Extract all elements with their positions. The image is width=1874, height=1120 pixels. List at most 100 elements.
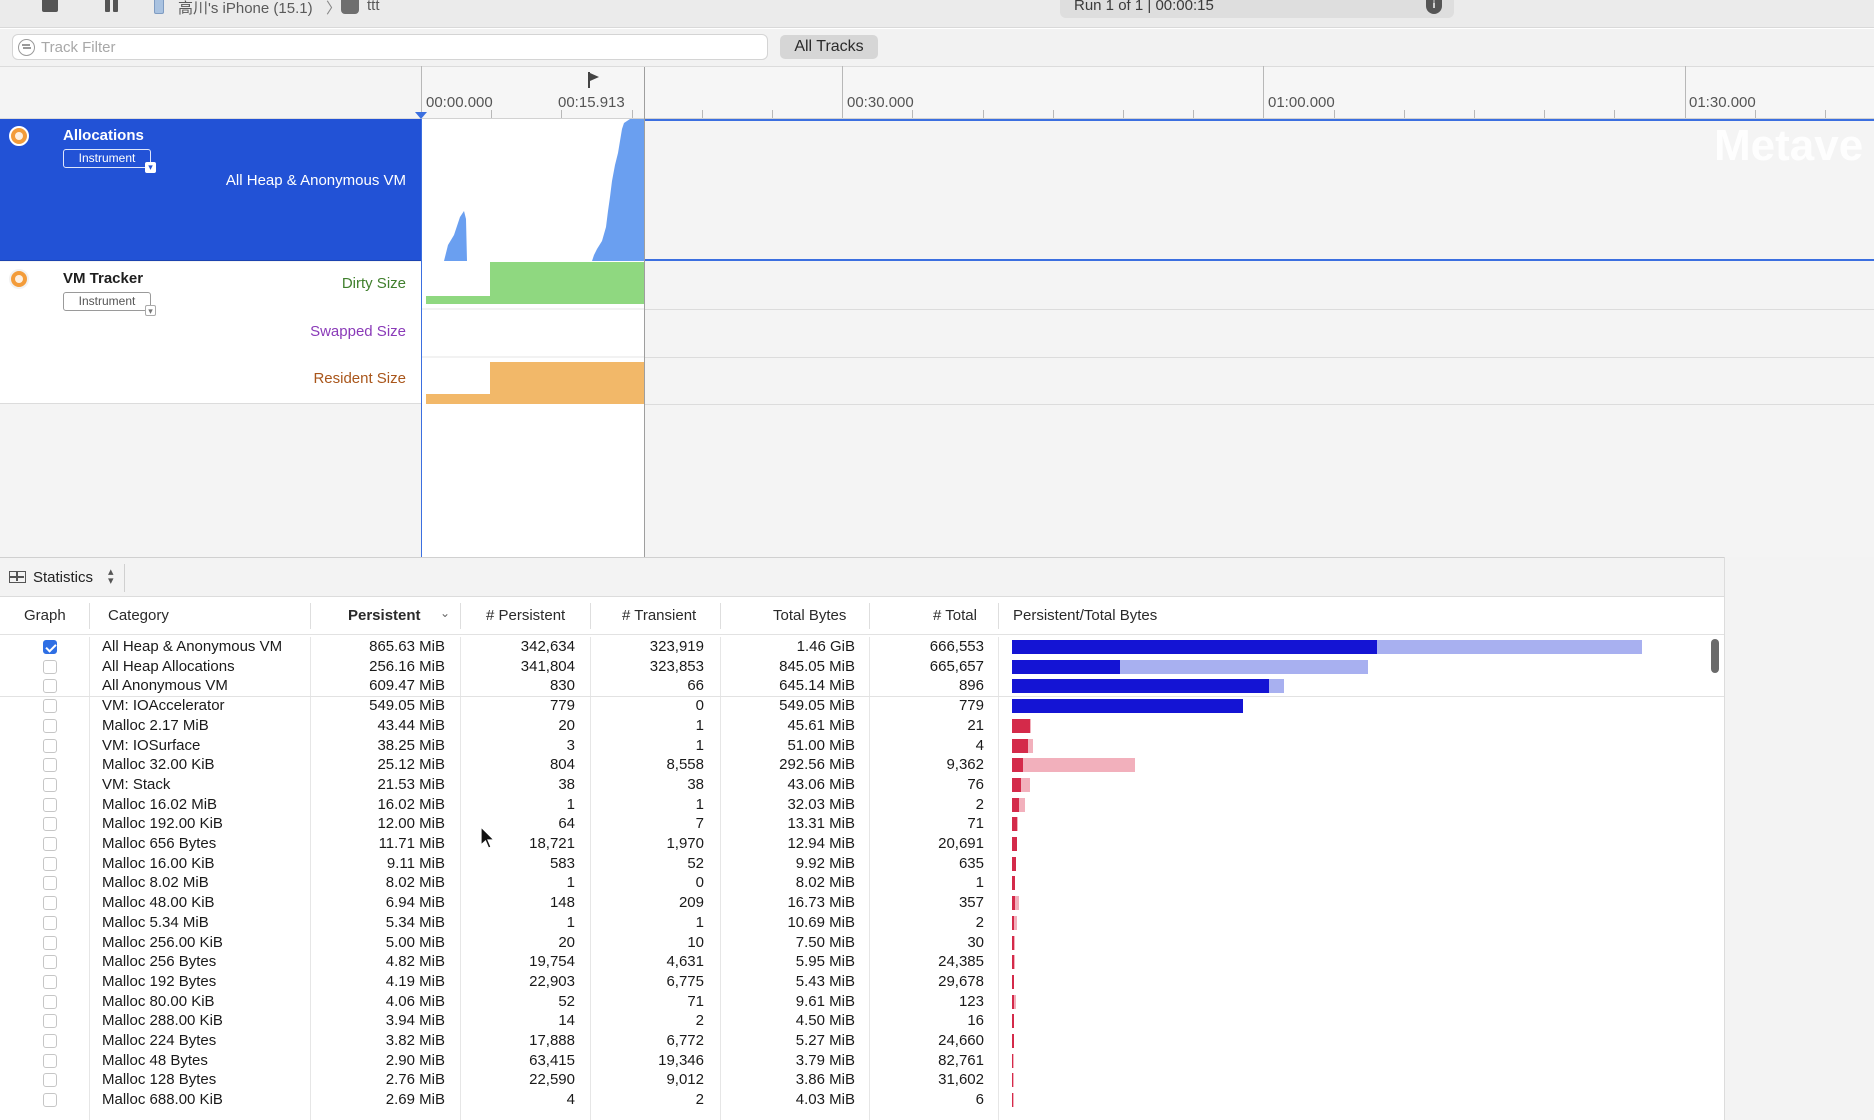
column-header-total-bytes[interactable]: Total Bytes bbox=[773, 607, 846, 624]
track-filter-placeholder: Track Filter bbox=[41, 39, 116, 56]
table-row[interactable]: Malloc 192.00 KiB 12.00 MiB 64 7 13.31 MiB 71 bbox=[0, 814, 1724, 834]
graph-checkbox[interactable] bbox=[43, 777, 57, 792]
target-app[interactable]: ttt bbox=[367, 0, 380, 14]
persistent-cell: 9.11 MiB bbox=[386, 854, 445, 872]
table-row[interactable]: VM: Stack 21.53 MiB 38 38 43.06 MiB 76 bbox=[0, 775, 1724, 795]
graph-checkbox[interactable] bbox=[43, 955, 57, 970]
instrument-button-vm-tracker[interactable]: Instrument ▾ bbox=[63, 292, 156, 316]
table-row[interactable]: VM: IOAccelerator 549.05 MiB 779 0 549.05 Mi… bbox=[0, 696, 1724, 716]
num-transient-cell: 7 bbox=[695, 815, 704, 833]
num-total-cell: 1 bbox=[975, 874, 984, 892]
column-header-num-persistent[interactable]: # Persistent bbox=[486, 607, 565, 624]
table-row[interactable]: Malloc 656 Bytes 11.71 MiB 18,721 1,970 12.9… bbox=[0, 834, 1724, 854]
table-row[interactable]: Malloc 16.02 MiB 16.02 MiB 1 1 32.03 MiB 2 bbox=[0, 795, 1724, 815]
table-row[interactable]: Malloc 32.00 KiB 25.12 MiB 804 8,558 292.56 … bbox=[0, 755, 1724, 775]
graph-checkbox[interactable] bbox=[43, 994, 57, 1009]
category-cell: Malloc 5.34 MiB bbox=[102, 913, 209, 931]
column-header-persistent-total-bytes[interactable]: Persistent/Total Bytes bbox=[1013, 607, 1157, 624]
graph-checkbox[interactable] bbox=[43, 699, 57, 714]
statistics-table: All Heap & Anonymous VM 865.63 MiB 342,634… bbox=[0, 637, 1724, 1120]
statistics-table-header: Graph Category Persistent ⌄ # Persistent… bbox=[0, 597, 1724, 635]
playhead-marker[interactable] bbox=[415, 112, 427, 119]
graph-checkbox[interactable] bbox=[43, 758, 57, 773]
track-vm-tracker[interactable]: VM Tracker Instrument ▾ Dirty Size Swapp… bbox=[0, 262, 421, 404]
target-device[interactable]: 高川's iPhone (15.1) bbox=[178, 0, 313, 18]
graph-checkbox[interactable] bbox=[43, 1034, 57, 1048]
table-row[interactable]: Malloc 8.02 MiB 8.02 MiB 1 0 8.02 MiB 1 bbox=[0, 873, 1724, 893]
selection-end-line[interactable] bbox=[644, 67, 645, 557]
column-header-persistent[interactable]: Persistent bbox=[348, 607, 421, 624]
graph-checkbox[interactable] bbox=[43, 876, 57, 891]
category-cell: Malloc 2.17 MiB bbox=[102, 716, 209, 734]
all-tracks-button[interactable]: All Tracks bbox=[780, 35, 878, 59]
table-scrollbar[interactable] bbox=[1711, 639, 1719, 673]
num-persistent-cell: 22,590 bbox=[529, 1071, 575, 1089]
graph-checkbox[interactable] bbox=[43, 1053, 57, 1068]
num-total-cell: 665,657 bbox=[929, 657, 984, 675]
category-cell: Malloc 688.00 KiB bbox=[102, 1091, 223, 1109]
column-header-num-transient[interactable]: # Transient bbox=[622, 607, 696, 624]
table-row[interactable]: Malloc 2.17 MiB 43.44 MiB 20 1 45.61 MiB 21 bbox=[0, 716, 1724, 736]
graph-checkbox[interactable] bbox=[43, 856, 57, 871]
table-row[interactable]: All Anonymous VM 609.47 MiB 830 66 645.14 Mi… bbox=[0, 676, 1724, 696]
ruler-tick bbox=[1263, 66, 1264, 118]
detail-view-selector[interactable]: Statistics ▴ ▾ bbox=[0, 557, 1874, 597]
track-allocations[interactable]: Allocations Instrument ▾ All Heap & Anon… bbox=[0, 119, 421, 261]
column-header-num-total[interactable]: # Total bbox=[933, 607, 977, 624]
table-row[interactable]: All Heap & Anonymous VM 865.63 MiB 342,634… bbox=[0, 637, 1724, 657]
num-total-cell: 635 bbox=[958, 854, 984, 872]
table-row[interactable]: All Heap Allocations 256.16 MiB 341,804 323… bbox=[0, 657, 1724, 677]
playhead-line[interactable] bbox=[421, 119, 422, 557]
table-row[interactable]: Malloc 80.00 KiB 4.06 MiB 52 71 9.61 MiB 123 bbox=[0, 992, 1724, 1012]
table-row[interactable]: Malloc 688.00 KiB 2.69 MiB 4 2 4.03 MiB 6 bbox=[0, 1090, 1724, 1110]
table-row[interactable]: Malloc 5.34 MiB 5.34 MiB 1 1 10.69 MiB 2 bbox=[0, 913, 1724, 933]
num-transient-cell: 0 bbox=[695, 697, 704, 715]
table-row[interactable]: VM: IOSurface 38.25 MiB 3 1 51.00 MiB 4 bbox=[0, 736, 1724, 756]
graph-checkbox[interactable] bbox=[43, 915, 57, 930]
ruler-tick bbox=[1755, 110, 1756, 118]
table-row[interactable]: Malloc 224 Bytes 3.82 MiB 17,888 6,772 5.27 … bbox=[0, 1031, 1724, 1051]
graph-checkbox[interactable] bbox=[43, 797, 57, 812]
graph-checkbox[interactable] bbox=[43, 738, 57, 753]
graph-checkbox[interactable] bbox=[43, 1073, 57, 1088]
pause-icon[interactable] bbox=[104, 0, 120, 12]
table-icon bbox=[9, 571, 26, 583]
graph-checkbox[interactable] bbox=[43, 1093, 57, 1108]
info-icon[interactable]: i bbox=[1426, 0, 1442, 14]
graph-checkbox[interactable] bbox=[43, 718, 57, 733]
graph-checkbox[interactable] bbox=[43, 896, 57, 911]
sort-descending-icon[interactable]: ⌄ bbox=[440, 606, 450, 620]
num-total-cell: 31,602 bbox=[938, 1071, 984, 1089]
table-row[interactable]: Malloc 128 Bytes 2.76 MiB 22,590 9,012 3.86 … bbox=[0, 1070, 1724, 1090]
table-row[interactable]: Malloc 256 Bytes 4.82 MiB 19,754 4,631 5.95 … bbox=[0, 952, 1724, 972]
column-separator bbox=[460, 603, 461, 629]
graph-checkbox[interactable] bbox=[43, 817, 57, 832]
table-row[interactable]: Malloc 288.00 KiB 3.94 MiB 14 2 4.50 MiB 16 bbox=[0, 1011, 1724, 1031]
column-header-category[interactable]: Category bbox=[108, 607, 169, 624]
num-total-cell: 357 bbox=[958, 894, 984, 912]
table-row[interactable]: Malloc 48.00 KiB 6.94 MiB 148 209 16.73 MiB 3… bbox=[0, 893, 1724, 913]
num-persistent-cell: 779 bbox=[549, 697, 575, 715]
table-row[interactable]: Malloc 48 Bytes 2.90 MiB 63,415 19,346 3.79 … bbox=[0, 1051, 1724, 1071]
track-filter-input[interactable]: Track Filter bbox=[12, 34, 768, 60]
graph-checkbox[interactable] bbox=[43, 974, 57, 989]
ruler-tick bbox=[1193, 110, 1194, 118]
graph-checkbox[interactable] bbox=[43, 1014, 57, 1029]
persistent-bytes-bar bbox=[1012, 876, 1016, 891]
time-ruler[interactable]: 00:00.000 00:15.913 00:30.000 01:00.000 01:3… bbox=[421, 66, 1874, 119]
table-row[interactable]: Malloc 256.00 KiB 5.00 MiB 20 10 7.50 MiB 30 bbox=[0, 933, 1724, 953]
num-transient-cell: 10 bbox=[687, 933, 704, 951]
graph-checkbox[interactable] bbox=[43, 659, 57, 674]
graph-checkbox[interactable] bbox=[43, 935, 57, 950]
graph-checkbox[interactable] bbox=[43, 837, 57, 851]
graph-checkbox[interactable] bbox=[43, 640, 57, 654]
column-header-graph[interactable]: Graph bbox=[24, 607, 66, 624]
dirty-size-graph-low bbox=[426, 296, 490, 304]
stop-icon[interactable] bbox=[42, 0, 58, 12]
table-row[interactable]: Malloc 16.00 KiB 9.11 MiB 583 52 9.92 MiB 635 bbox=[0, 854, 1724, 874]
table-row[interactable]: Malloc 192 Bytes 4.19 MiB 22,903 6,775 5.43 … bbox=[0, 972, 1724, 992]
instrument-button-allocations[interactable]: Instrument ▾ bbox=[63, 149, 156, 173]
flag-icon[interactable] bbox=[588, 72, 600, 88]
graph-checkbox[interactable] bbox=[43, 679, 57, 694]
num-transient-cell: 66 bbox=[687, 677, 704, 695]
